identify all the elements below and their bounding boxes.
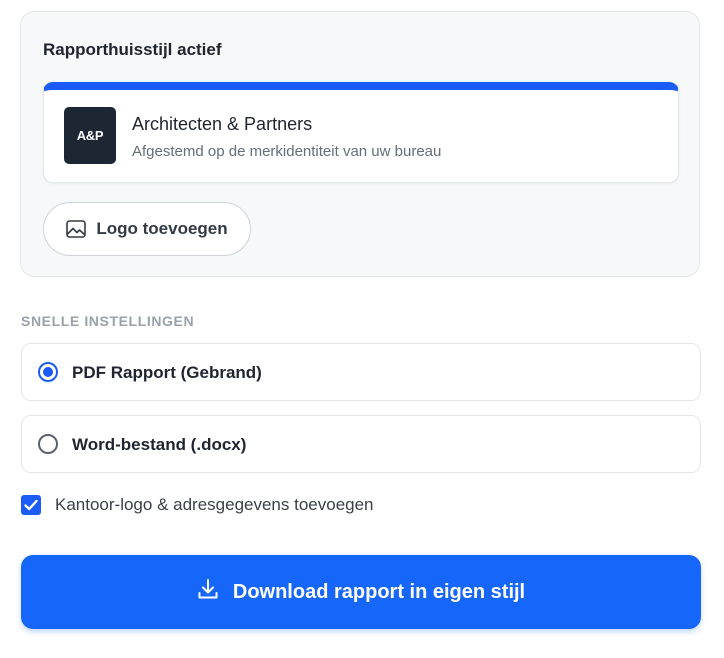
report-style-card: Rapporthuisstijl actief A&P Architecten … [20, 11, 700, 277]
office-logo-checkbox-label: Kantoor-logo & adresgegevens toevoegen [55, 495, 374, 514]
add-logo-button[interactable]: Logo toevoegen [43, 202, 251, 256]
checkmark-icon [24, 499, 38, 511]
download-report-button[interactable]: Download rapport in eigen stijl [21, 555, 701, 629]
option-word-label: Word-bestand (.docx) [72, 435, 247, 454]
download-label: Download rapport in eigen stijl [232, 580, 526, 603]
option-pdf-report[interactable]: PDF Rapport (Gebrand) [21, 343, 701, 401]
image-icon [66, 220, 87, 238]
brand-subtitle: Afgestemd op de merkidentiteit van uw bu… [132, 143, 442, 160]
quick-settings-label: SNELLE INSTELLINGEN [21, 313, 195, 329]
radio-pdf-report[interactable] [38, 362, 58, 382]
brand-name: Architecten & Partners [132, 114, 313, 134]
add-logo-label: Logo toevoegen [96, 219, 228, 238]
office-logo-checkbox[interactable] [21, 495, 41, 515]
download-icon [197, 578, 219, 606]
office-logo-checkbox-row[interactable]: Kantoor-logo & adresgegevens toevoegen [21, 495, 374, 515]
brand-preview: A&P Architecten & Partners Afgestemd op … [43, 82, 679, 183]
option-word-file[interactable]: Word-bestand (.docx) [21, 415, 701, 473]
brand-logo: A&P [64, 107, 116, 164]
radio-word-file[interactable] [38, 434, 58, 454]
card-title: Rapporthuisstijl actief [43, 40, 222, 59]
option-pdf-label: PDF Rapport (Gebrand) [72, 363, 262, 382]
